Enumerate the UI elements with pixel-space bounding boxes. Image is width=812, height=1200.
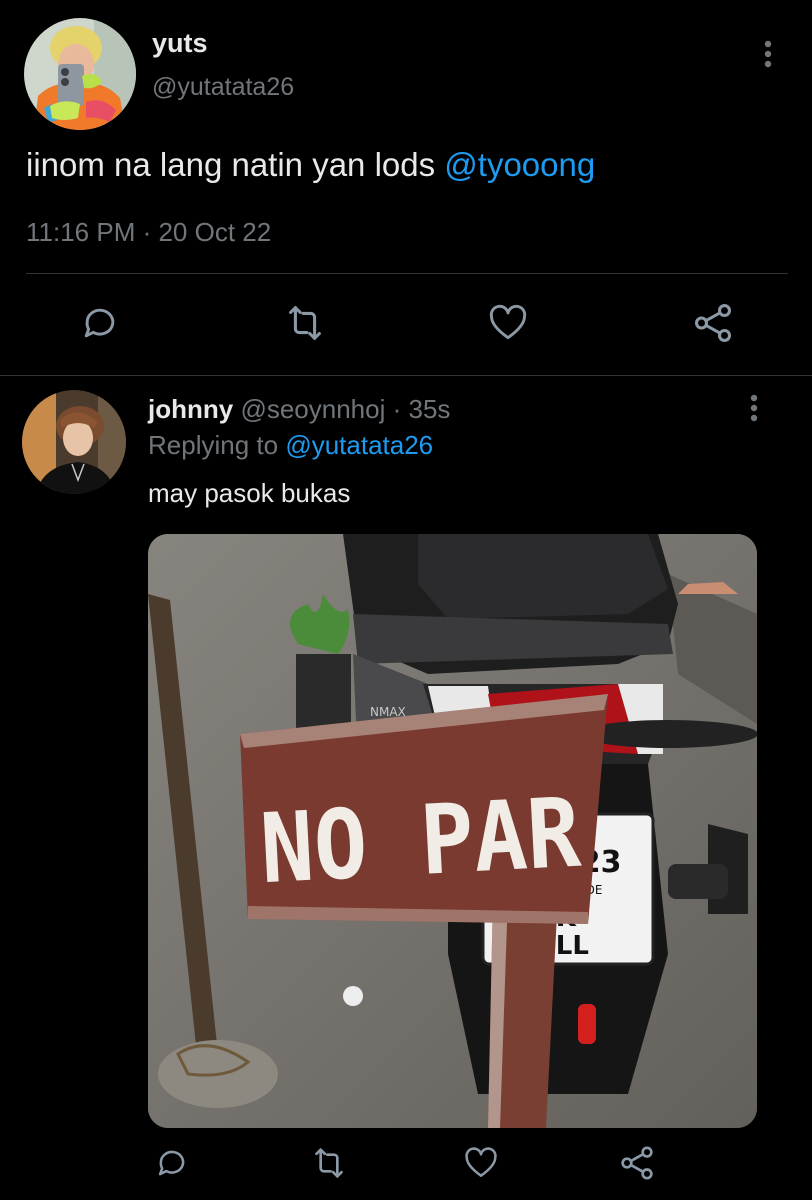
author-name[interactable]: johnny — [148, 394, 233, 424]
reply-icon[interactable] — [147, 1138, 197, 1188]
share-icon[interactable] — [688, 298, 738, 348]
mention-link[interactable]: @yutatata26 — [285, 430, 433, 460]
tweet-timestamp[interactable]: 11:16 PM · 20 Oct 22 — [26, 217, 271, 248]
reply-icon[interactable] — [75, 298, 125, 348]
share-icon[interactable] — [612, 1138, 662, 1188]
replying-prefix: Replying to — [148, 430, 286, 460]
author-name[interactable]: yuts — [152, 28, 208, 59]
media-image[interactable]: NMAX 9223 TORTRADE EK ELL — [148, 534, 757, 1128]
retweet-icon[interactable] — [280, 298, 330, 348]
mention-link[interactable]: @tyooong — [444, 146, 595, 183]
main-tweet: yuts @yutatata26 iinom na lang natin yan… — [0, 0, 812, 375]
divider — [26, 273, 788, 274]
sign-text: NO PAR — [258, 777, 584, 906]
like-icon[interactable] — [483, 298, 533, 348]
author-handle[interactable]: @yutatata26 — [152, 73, 294, 102]
author-handle[interactable]: @seoynnhoj — [240, 394, 385, 424]
retweet-icon[interactable] — [304, 1138, 354, 1188]
replying-to: Replying to @yutatata26 — [148, 430, 433, 461]
more-options-icon[interactable] — [748, 36, 788, 76]
reply-time: · 35s — [385, 394, 451, 424]
avatar-image — [22, 390, 126, 494]
reply-header: johnny @seoynnhoj · 35s — [148, 394, 450, 425]
avatar[interactable] — [24, 18, 136, 130]
avatar-image — [24, 18, 136, 130]
tweet-text: iinom na lang natin yan lods @tyooong — [26, 146, 595, 184]
tweet-text: may pasok bukas — [148, 478, 351, 508]
avatar[interactable] — [22, 390, 126, 494]
like-icon[interactable] — [456, 1138, 506, 1188]
reply-tweet: johnny @seoynnhoj · 35s Replying to @yut… — [0, 376, 812, 1200]
tweet-body: iinom na lang natin yan lods — [26, 146, 445, 183]
more-options-icon[interactable] — [734, 390, 774, 430]
